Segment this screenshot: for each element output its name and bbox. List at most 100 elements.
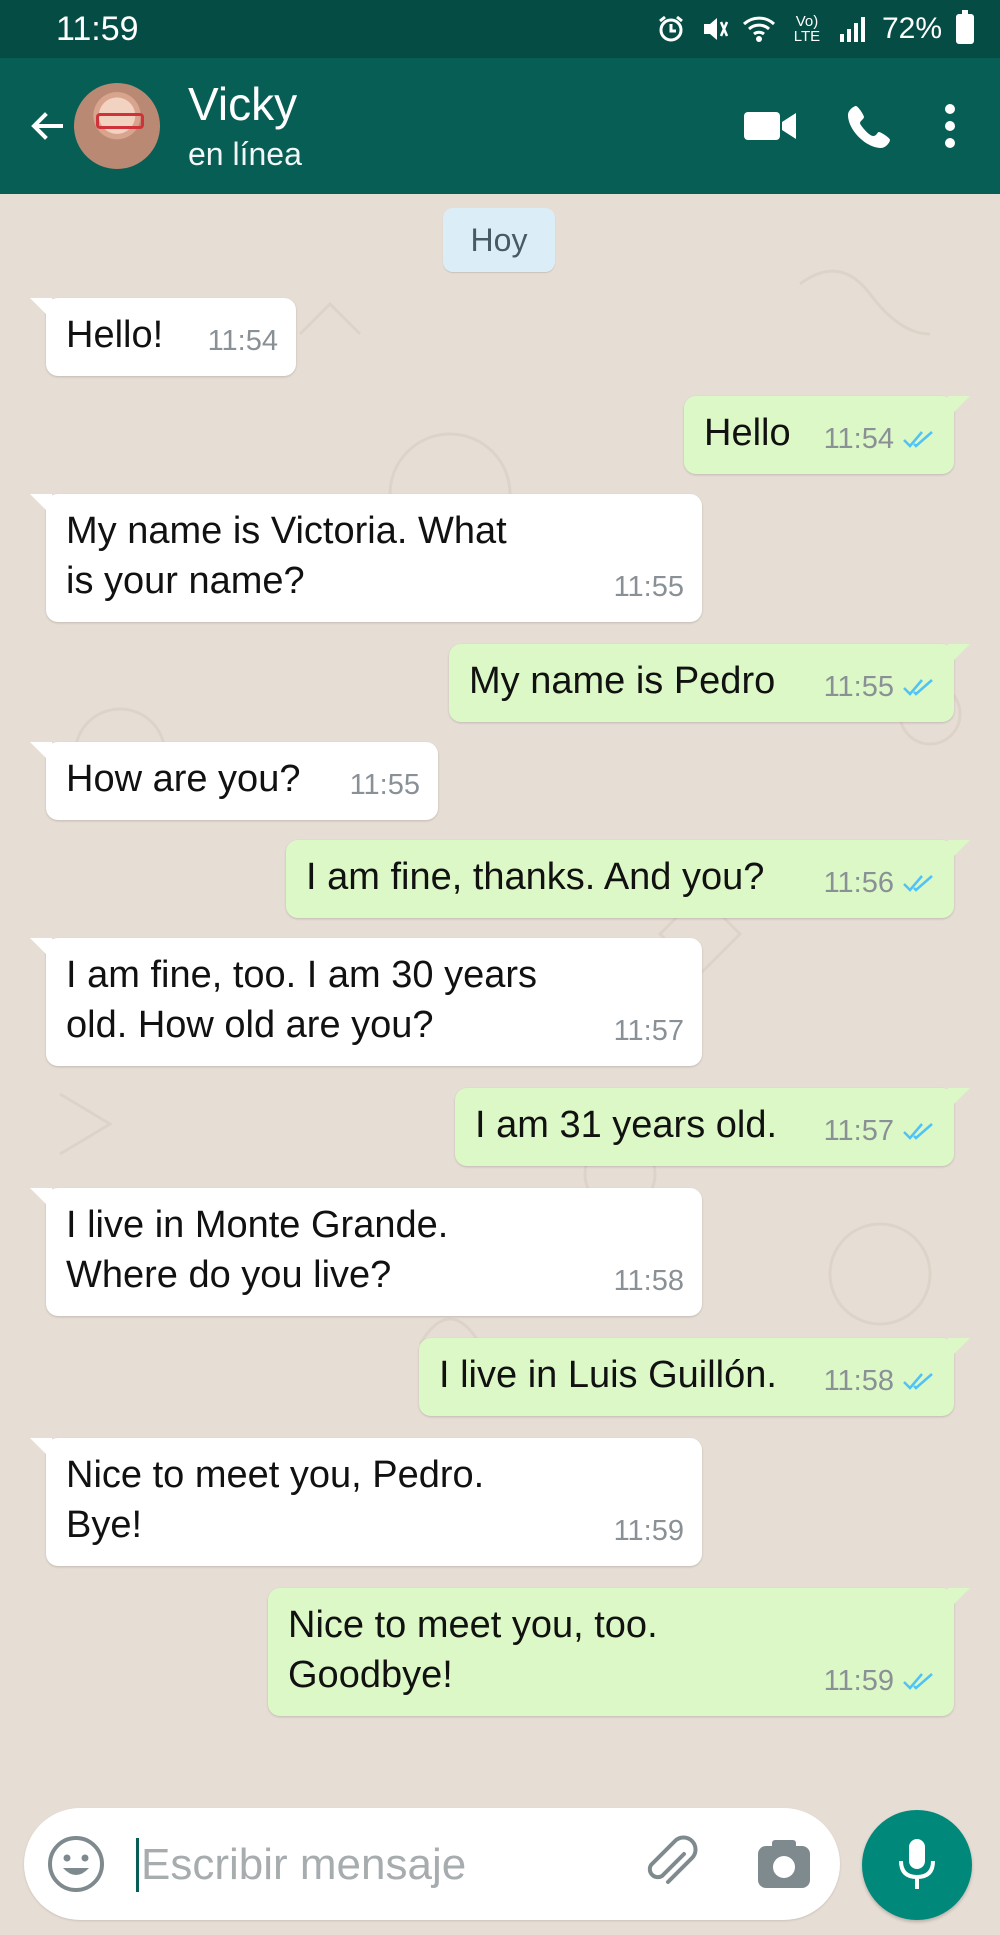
avatar[interactable]: [74, 83, 160, 169]
message-line: I live in Monte Grande.: [66, 1204, 449, 1246]
message-meta: 11:55: [824, 662, 936, 712]
message-text: I am 31 years old.: [475, 1100, 777, 1150]
message-line: I am fine, thanks. And you?: [306, 856, 765, 898]
message-meta: 11:54: [208, 316, 278, 366]
message-line: Bye!: [66, 1504, 143, 1546]
status-bar: 11:59 Vo) LTE 72%: [0, 0, 1000, 58]
message-incoming[interactable]: Hello! 11:54: [30, 298, 296, 376]
message-meta: 11:56: [824, 858, 936, 908]
double-check-icon: [903, 1673, 933, 1690]
alarm-icon: [656, 14, 686, 44]
message-time: 11:59: [823, 1665, 894, 1697]
message-text: How are you?: [66, 754, 300, 804]
back-button[interactable]: [20, 86, 74, 166]
message-time: 11:59: [613, 1515, 684, 1547]
double-check-icon: [903, 431, 933, 448]
status-time: 11:59: [56, 9, 139, 48]
message-time: 11:58: [823, 1365, 894, 1397]
message-line: How are you?: [66, 758, 301, 800]
message-incoming[interactable]: My name is Victoria. What is your name? …: [30, 494, 702, 622]
message-line: Nice to meet you, too.: [288, 1604, 658, 1646]
double-check-icon: [903, 1123, 933, 1140]
message-text: I live in Luis Guillón.: [439, 1350, 777, 1400]
attach-button[interactable]: [640, 1832, 704, 1896]
mute-icon: [700, 14, 728, 44]
message-outgoing[interactable]: I am fine, thanks. And you? 11:56: [286, 840, 970, 918]
double-check-icon: [903, 1373, 933, 1390]
double-check-icon: [903, 875, 933, 892]
message-outgoing[interactable]: I live in Luis Guillón. 11:58: [419, 1338, 970, 1416]
message-meta: 11:55: [350, 760, 420, 810]
message-line: Hello!: [66, 314, 164, 356]
message-line: is your name?: [66, 560, 305, 602]
message-time: 11:54: [823, 423, 894, 455]
message-meta: 11:59: [824, 1656, 936, 1706]
message-meta: 11:58: [824, 1356, 936, 1406]
message-line: Goodbye!: [288, 1654, 453, 1696]
network-label: Vo) LTE: [793, 13, 821, 45]
message-text: Nice to meet you, too. Goodbye!: [288, 1600, 658, 1700]
status-icons: Vo) LTE 72%: [656, 10, 974, 46]
emoji-icon: [48, 1836, 104, 1892]
battery-icon: [956, 10, 974, 44]
message-time: 11:57: [823, 1115, 894, 1147]
camera-icon: [758, 1840, 810, 1888]
contact-info[interactable]: Vicky en línea: [188, 76, 302, 176]
message-text: My name is Victoria. What is your name?: [66, 506, 507, 606]
phone-icon: [848, 106, 890, 148]
message-time: 11:55: [613, 571, 684, 603]
more-vertical-icon: [945, 104, 955, 148]
message-line: Where do you live?: [66, 1254, 392, 1296]
message-text: Hello: [704, 408, 791, 458]
message-meta: 11:54: [824, 414, 936, 464]
message-text: I am fine, too. I am 30 years old. How o…: [66, 950, 537, 1050]
signal-icon: [838, 14, 868, 44]
message-meta: 11:57: [824, 1106, 936, 1156]
microphone-button[interactable]: [862, 1810, 972, 1920]
emoji-button[interactable]: [46, 1834, 106, 1894]
battery-percent: 72%: [881, 12, 942, 45]
message-text: Hello!: [66, 310, 163, 360]
message-incoming[interactable]: I am fine, too. I am 30 years old. How o…: [30, 938, 702, 1066]
input-bar: [0, 1800, 1000, 1935]
contact-status: en línea: [188, 136, 302, 172]
chat-area[interactable]: Hoy Hello! 11:54 Hello 11:54 My name is …: [0, 194, 1000, 1794]
voice-call-button[interactable]: [820, 86, 920, 166]
message-line: Nice to meet you, Pedro.: [66, 1454, 485, 1496]
message-text: Nice to meet you, Pedro. Bye!: [66, 1450, 484, 1550]
message-line: I live in Luis Guillón.: [439, 1354, 777, 1396]
message-meta: 11:59: [614, 1506, 684, 1556]
message-outgoing[interactable]: Nice to meet you, too. Goodbye! 11:59: [268, 1588, 970, 1716]
contact-name: Vicky: [188, 78, 298, 130]
message-meta: 11:57: [614, 1006, 684, 1056]
chat-header: Vicky en línea: [0, 58, 1000, 194]
wifi-icon: [742, 14, 776, 44]
message-line: Hello: [704, 412, 791, 454]
message-line: My name is Pedro: [469, 660, 776, 702]
message-time: 11:57: [613, 1015, 684, 1047]
menu-button[interactable]: [920, 86, 980, 166]
message-input[interactable]: [136, 1838, 516, 1892]
message-time: 11:58: [613, 1265, 684, 1297]
video-camera-icon: [744, 112, 796, 140]
message-outgoing[interactable]: My name is Pedro 11:55: [449, 644, 970, 722]
message-line: old. How old are you?: [66, 1004, 434, 1046]
message-text: I am fine, thanks. And you?: [306, 852, 764, 902]
message-outgoing[interactable]: Hello 11:54: [684, 396, 970, 474]
date-chip: Hoy: [443, 208, 555, 272]
message-time: 11:55: [349, 769, 420, 801]
message-time: 11:56: [823, 867, 894, 899]
double-check-icon: [903, 679, 933, 696]
message-incoming[interactable]: How are you? 11:55: [30, 742, 438, 820]
message-outgoing[interactable]: I am 31 years old. 11:57: [455, 1088, 970, 1166]
header-actions: [720, 86, 980, 166]
message-incoming[interactable]: Nice to meet you, Pedro. Bye! 11:59: [30, 1438, 702, 1566]
message-incoming[interactable]: I live in Monte Grande. Where do you liv…: [30, 1188, 702, 1316]
message-line: I am fine, too. I am 30 years: [66, 954, 537, 996]
message-text: I live in Monte Grande. Where do you liv…: [66, 1200, 448, 1300]
video-call-button[interactable]: [720, 86, 820, 166]
paperclip-icon: [647, 1835, 698, 1884]
message-line: My name is Victoria. What: [66, 510, 507, 552]
message-line: I am 31 years old.: [475, 1104, 778, 1146]
camera-button[interactable]: [752, 1832, 816, 1896]
